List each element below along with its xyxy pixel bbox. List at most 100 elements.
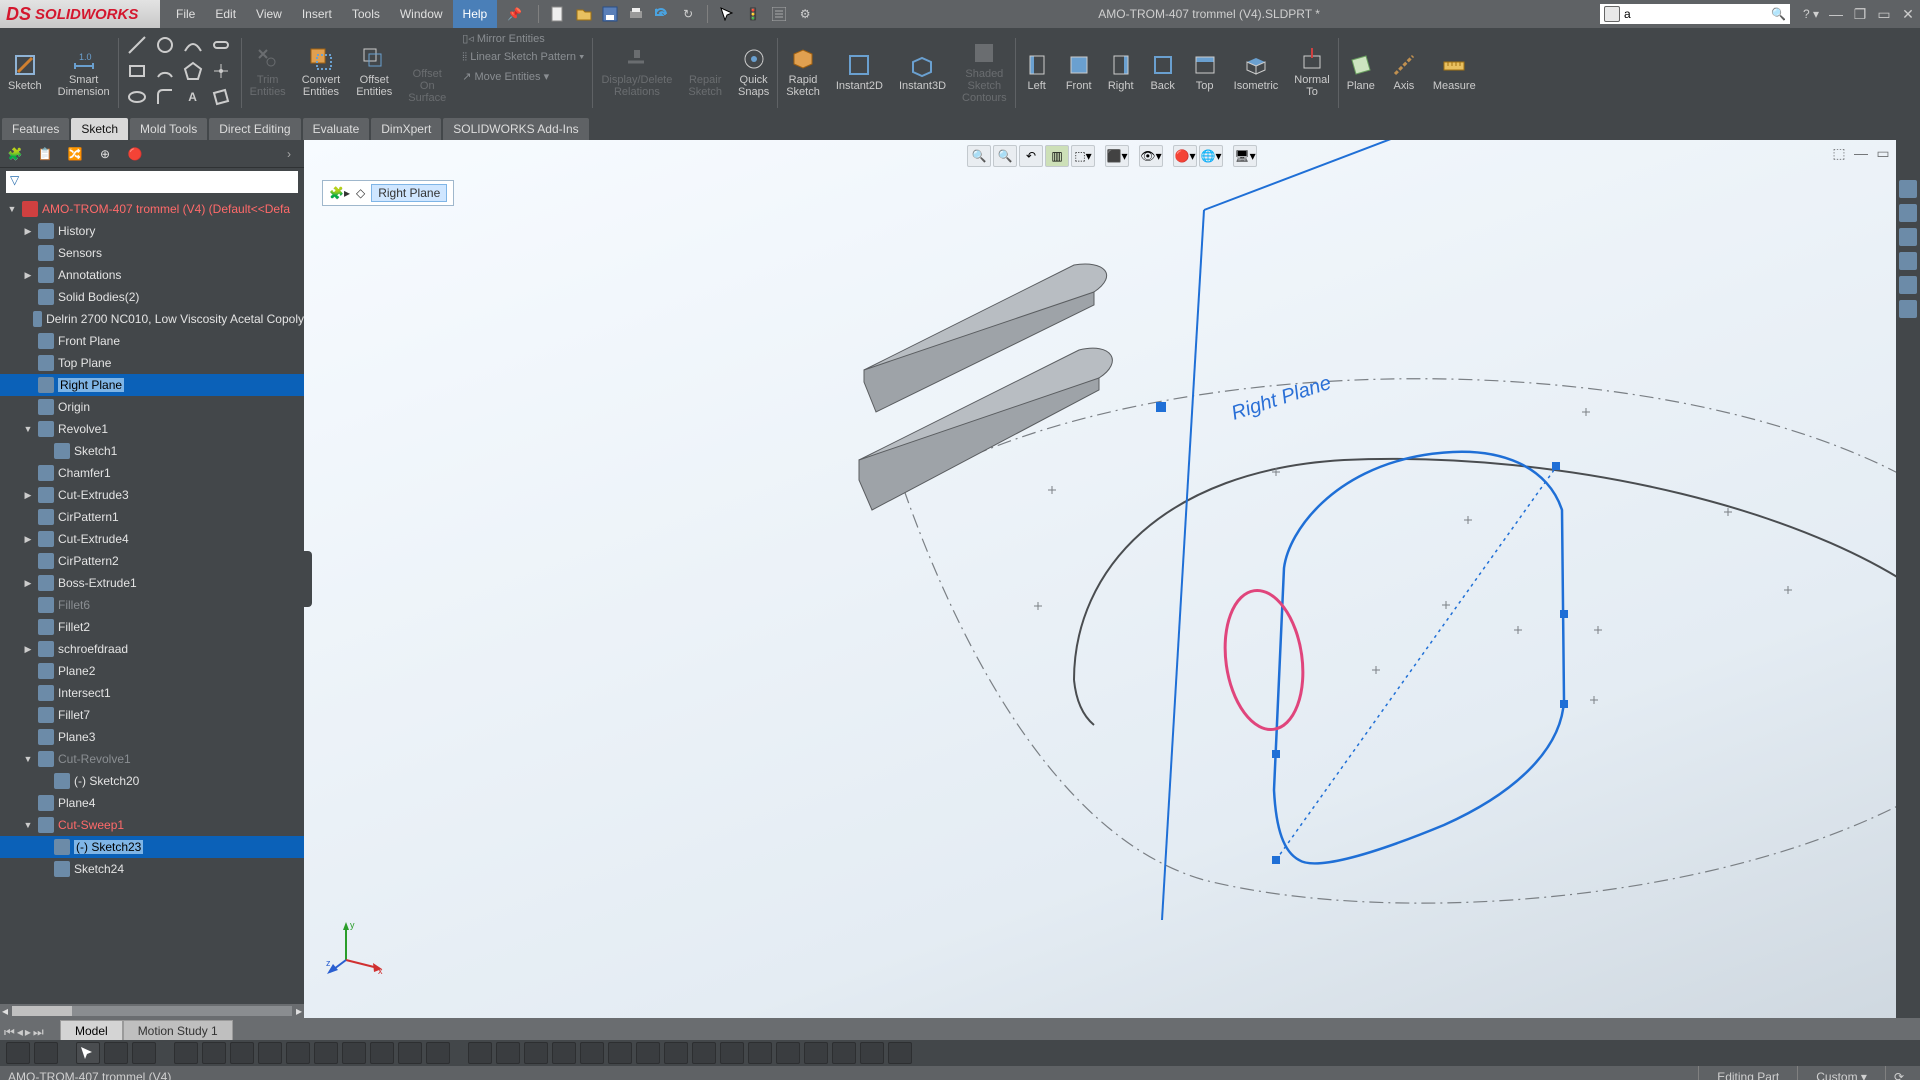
close-icon[interactable]: ✕ <box>1898 4 1918 24</box>
bt-icon[interactable] <box>524 1042 548 1064</box>
tree-item[interactable]: CirPattern2 <box>0 550 304 572</box>
tree-item[interactable]: Right Plane <box>0 374 304 396</box>
help-dropdown-icon[interactable]: ? ▾ <box>1800 3 1822 25</box>
bt-icon[interactable] <box>258 1042 282 1064</box>
tree-item[interactable]: Plane4 <box>0 792 304 814</box>
tab-motion[interactable]: Motion Study 1 <box>123 1020 233 1040</box>
tree-item[interactable]: Front Plane <box>0 330 304 352</box>
measure-button[interactable]: Measure <box>1425 32 1484 112</box>
bt-icon[interactable] <box>608 1042 632 1064</box>
circle-tool-icon[interactable] <box>153 34 177 56</box>
tree-item[interactable]: ▼Cut-Revolve1 <box>0 748 304 770</box>
orientation-triad[interactable]: y x z <box>326 918 386 978</box>
tree-item[interactable]: ▶schroefdraad <box>0 638 304 660</box>
arc-tool-icon[interactable] <box>153 60 177 82</box>
status-units[interactable]: Custom ▾ <box>1797 1066 1885 1080</box>
bt-icon[interactable] <box>832 1042 856 1064</box>
tree-item[interactable]: ▶Boss-Extrude1 <box>0 572 304 594</box>
tree-item[interactable]: ▶Cut-Extrude3 <box>0 484 304 506</box>
bt-icon[interactable] <box>580 1042 604 1064</box>
bt-icon[interactable] <box>34 1042 58 1064</box>
settings-icon[interactable]: ⚙ <box>794 3 816 25</box>
tree-item[interactable]: ▶Annotations <box>0 264 304 286</box>
appearance-tab-icon[interactable]: 🔴 <box>124 143 146 165</box>
tree-item[interactable]: Delrin 2700 NC010, Low Viscosity Acetal … <box>0 308 304 330</box>
maximize-icon[interactable]: ▭ <box>1874 4 1894 24</box>
dim-tab-icon[interactable]: ⊕ <box>94 143 116 165</box>
bt-icon[interactable] <box>132 1042 156 1064</box>
tree-item[interactable]: Sensors <box>0 242 304 264</box>
tree-item[interactable]: Fillet6 <box>0 594 304 616</box>
tree-item[interactable]: Fillet2 <box>0 616 304 638</box>
view-right-button[interactable]: Right <box>1100 32 1142 112</box>
tree-root[interactable]: ▼AMO-TROM-407 trommel (V4) (Default<<Def… <box>0 198 304 220</box>
tab-mold[interactable]: Mold Tools <box>130 118 207 140</box>
tab-dimxpert[interactable]: DimXpert <box>371 118 441 140</box>
restore-icon[interactable]: ❐ <box>1850 4 1870 24</box>
line-tool-icon[interactable] <box>125 34 149 56</box>
tree-item[interactable]: Plane3 <box>0 726 304 748</box>
rect-tool-icon[interactable] <box>125 60 149 82</box>
fillet-tool-icon[interactable] <box>153 86 177 108</box>
bt-icon[interactable] <box>202 1042 226 1064</box>
new-icon[interactable] <box>547 3 569 25</box>
bt-icon[interactable] <box>720 1042 744 1064</box>
tree-item[interactable]: Sketch1 <box>0 440 304 462</box>
point-tool-icon[interactable] <box>209 60 233 82</box>
undo-icon[interactable] <box>651 3 673 25</box>
menu-file[interactable]: File <box>166 0 205 28</box>
bt-icon[interactable] <box>286 1042 310 1064</box>
tree-item[interactable]: ▶Cut-Extrude4 <box>0 528 304 550</box>
quick-snaps-button[interactable]: Quick Snaps <box>730 32 777 112</box>
view-iso-button[interactable]: Isometric <box>1226 32 1287 112</box>
tab-nav-prev-icon[interactable]: ◂ <box>17 1025 23 1040</box>
bt-icon[interactable] <box>230 1042 254 1064</box>
spline-tool-icon[interactable] <box>181 34 205 56</box>
tab-evaluate[interactable]: Evaluate <box>303 118 370 140</box>
view-top-button[interactable]: Top <box>1184 32 1226 112</box>
bt-icon[interactable] <box>860 1042 884 1064</box>
ellipse-tool-icon[interactable] <box>125 86 149 108</box>
h-scrollbar[interactable]: ◂▸ <box>0 1004 304 1018</box>
instant3d-button[interactable]: Instant3D <box>891 32 954 112</box>
convert-button[interactable]: Convert Entities <box>294 32 349 112</box>
tab-direct[interactable]: Direct Editing <box>209 118 300 140</box>
print-icon[interactable] <box>625 3 647 25</box>
bt-icon[interactable] <box>496 1042 520 1064</box>
instant2d-button[interactable]: Instant2D <box>828 32 891 112</box>
menu-view[interactable]: View <box>246 0 292 28</box>
bt-icon[interactable] <box>748 1042 772 1064</box>
taskpane-custom-icon[interactable] <box>1899 276 1917 294</box>
panel-expand-icon[interactable]: › <box>278 143 300 165</box>
tree-item[interactable]: Plane2 <box>0 660 304 682</box>
tree-item[interactable]: ▼Revolve1 <box>0 418 304 440</box>
normal-to-button[interactable]: Normal To <box>1286 32 1337 112</box>
tab-nav-first-icon[interactable]: ⏮ <box>4 1025 15 1040</box>
tree-item[interactable]: Top Plane <box>0 352 304 374</box>
scene-canvas[interactable]: Right Plane <box>304 140 1920 1018</box>
tree-item[interactable]: Fillet7 <box>0 704 304 726</box>
tab-model[interactable]: Model <box>60 1020 123 1040</box>
tree-item[interactable]: Origin <box>0 396 304 418</box>
bt-icon[interactable] <box>804 1042 828 1064</box>
tree-item[interactable]: ▶History <box>0 220 304 242</box>
tree-item[interactable]: (-) Sketch20 <box>0 770 304 792</box>
tree-item[interactable]: Chamfer1 <box>0 462 304 484</box>
menu-pin-icon[interactable]: 📌 <box>497 0 532 28</box>
bt-icon[interactable] <box>692 1042 716 1064</box>
bt-icon[interactable] <box>776 1042 800 1064</box>
smart-dimension-button[interactable]: 1.0Smart Dimension <box>50 32 118 112</box>
bt-icon[interactable] <box>888 1042 912 1064</box>
property-tab-icon[interactable]: 📋 <box>34 143 56 165</box>
tree-item[interactable]: ▼Cut-Sweep1 <box>0 814 304 836</box>
save-icon[interactable] <box>599 3 621 25</box>
offset-button[interactable]: Offset Entities <box>348 32 400 112</box>
taskpane-forum-icon[interactable] <box>1899 300 1917 318</box>
tree-item[interactable]: (-) Sketch23 <box>0 836 304 858</box>
search-icon[interactable]: 🔍 <box>1771 7 1786 21</box>
bt-icon[interactable] <box>552 1042 576 1064</box>
view-back-button[interactable]: Back <box>1142 32 1184 112</box>
open-icon[interactable] <box>573 3 595 25</box>
config-tab-icon[interactable]: 🔀 <box>64 143 86 165</box>
view-front-button[interactable]: Front <box>1058 32 1100 112</box>
